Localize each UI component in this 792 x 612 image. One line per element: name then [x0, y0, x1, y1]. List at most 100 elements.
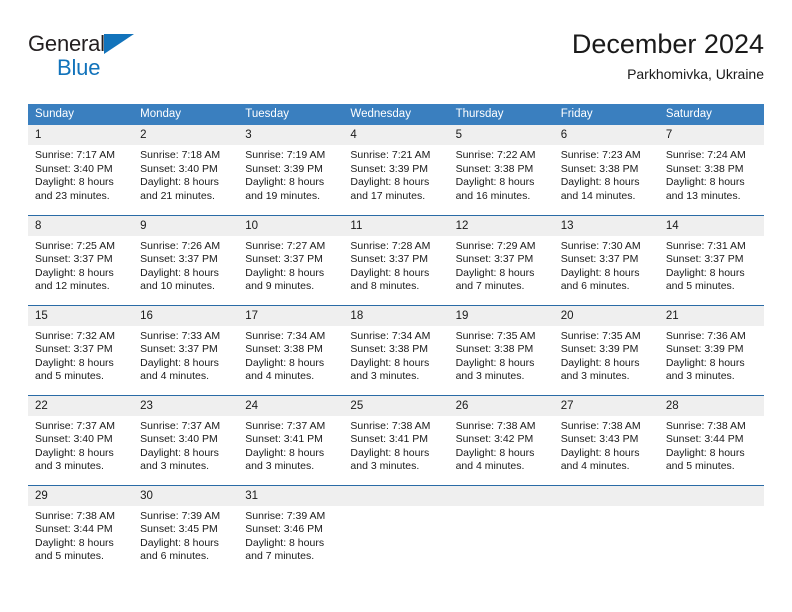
calendar-header-row: Sunday Monday Tuesday Wednesday Thursday Frid… — [28, 104, 764, 125]
day-details: Sunrise: 7:19 AM Sunset: 3:39 PM Daylight:… — [238, 145, 343, 203]
day-detail-line: Sunrise: 7:35 AM — [560, 329, 641, 342]
day-details: Sunrise: 7:25 AM Sunset: 3:37 PM Daylight:… — [28, 236, 133, 294]
calendar-day-cell[interactable]: 30 Sunrise: 7:39 AM Sunset: 3:45 PM Dayligh… — [133, 484, 239, 575]
day-cell-inner: 8 Sunrise: 7:25 AM Sunset: 3:37 PM Daylight… — [28, 215, 134, 305]
day-detail-line: Daylight: 8 hours — [455, 176, 535, 189]
day-detail-line: Sunrise: 7:38 AM — [35, 509, 115, 522]
day-number: 5 — [448, 125, 554, 145]
calendar-day-cell[interactable]: 25 Sunrise: 7:38 AM Sunset: 3:41 PM Dayligh… — [343, 394, 449, 485]
day-number — [343, 485, 449, 506]
day-detail-line: Daylight: 8 hours — [350, 446, 430, 459]
day-cell-inner: 16 Sunrise: 7:33 AM Sunset: 3:37 PM Dayligh… — [133, 305, 239, 395]
general-blue-logo[interactable]: General Blue — [28, 32, 238, 90]
day-number: 2 — [133, 125, 239, 145]
day-number: 21 — [658, 305, 764, 326]
calendar-day-cell[interactable]: 14 Sunrise: 7:31 AM Sunset: 3:37 PM Dayligh… — [658, 214, 764, 305]
day-details: Sunrise: 7:27 AM Sunset: 3:37 PM Daylight:… — [238, 236, 343, 294]
day-number: 30 — [133, 485, 239, 506]
day-detail-line: and 5 minutes. — [35, 550, 104, 563]
calendar-day-cell[interactable]: 24 Sunrise: 7:37 AM Sunset: 3:41 PM Dayligh… — [238, 394, 344, 485]
calendar-day-cell[interactable]: 16 Sunrise: 7:33 AM Sunset: 3:37 PM Dayligh… — [133, 304, 239, 395]
day-detail-line: Sunrise: 7:34 AM — [245, 329, 326, 342]
calendar-day-cell[interactable]: 18 Sunrise: 7:34 AM Sunset: 3:38 PM Dayligh… — [343, 304, 449, 395]
day-detail-line: Daylight: 8 hours — [560, 176, 640, 189]
day-number — [448, 485, 554, 506]
day-detail-line: Daylight: 8 hours — [665, 176, 745, 189]
calendar-day-cell[interactable]: 8 Sunrise: 7:25 AM Sunset: 3:37 PM Daylight… — [28, 214, 134, 305]
calendar-day-cell[interactable]: 5 Sunrise: 7:22 AM Sunset: 3:38 PM Daylight… — [448, 125, 554, 215]
calendar-day-cell[interactable]: 1 Sunrise: 7:17 AM Sunset: 3:40 PM Daylight… — [28, 125, 134, 215]
day-detail-line: and 7 minutes. — [245, 550, 315, 563]
day-detail-line: Sunrise: 7:34 AM — [350, 329, 431, 342]
day-number: 24 — [238, 395, 344, 416]
day-number: 15 — [28, 305, 134, 326]
calendar-day-cell[interactable]: 3 Sunrise: 7:19 AM Sunset: 3:39 PM Daylight… — [238, 125, 344, 215]
day-cell-inner: 10 Sunrise: 7:27 AM Sunset: 3:37 PM Dayligh… — [238, 215, 344, 305]
calendar-day-cell-empty — [658, 484, 764, 575]
calendar-day-cell[interactable]: 21 Sunrise: 7:36 AM Sunset: 3:39 PM Dayligh… — [658, 304, 764, 395]
day-detail-line: and 12 minutes. — [35, 280, 110, 293]
calendar-day-cell[interactable]: 17 Sunrise: 7:34 AM Sunset: 3:38 PM Dayligh… — [238, 304, 344, 395]
day-detail-line: Sunrise: 7:17 AM — [35, 149, 115, 161]
day-detail-line: Sunrise: 7:38 AM — [560, 419, 641, 432]
calendar-day-cell[interactable]: 29 Sunrise: 7:38 AM Sunset: 3:44 PM Dayligh… — [28, 484, 134, 575]
day-details: Sunrise: 7:24 AM Sunset: 3:38 PM Daylight:… — [659, 145, 764, 203]
day-number: 25 — [343, 395, 449, 416]
calendar-day-cell[interactable]: 10 Sunrise: 7:27 AM Sunset: 3:37 PM Dayligh… — [238, 214, 344, 305]
day-cell-inner: 4 Sunrise: 7:21 AM Sunset: 3:39 PM Daylight… — [343, 125, 449, 215]
calendar-day-cell[interactable]: 2 Sunrise: 7:18 AM Sunset: 3:40 PM Daylight… — [133, 125, 239, 215]
page-title: December 2024 — [571, 29, 764, 59]
day-detail-line: Sunrise: 7:35 AM — [455, 329, 536, 342]
day-cell-inner: 27 Sunrise: 7:38 AM Sunset: 3:43 PM Dayligh… — [553, 395, 659, 485]
day-detail-line: Sunrise: 7:33 AM — [140, 329, 221, 342]
day-detail-line: Daylight: 8 hours — [140, 356, 219, 369]
day-detail-line: Daylight: 8 hours — [665, 266, 745, 279]
day-detail-line: Sunset: 3:40 PM — [35, 433, 113, 446]
day-cell-inner: 17 Sunrise: 7:34 AM Sunset: 3:38 PM Dayligh… — [238, 305, 344, 395]
day-detail-line: and 19 minutes. — [245, 189, 320, 202]
calendar-week-row: 8 Sunrise: 7:25 AM Sunset: 3:37 PM Daylight… — [28, 214, 764, 305]
calendar-day-cell[interactable]: 12 Sunrise: 7:29 AM Sunset: 3:37 PM Dayligh… — [448, 214, 554, 305]
calendar-day-cell[interactable]: 4 Sunrise: 7:21 AM Sunset: 3:39 PM Daylight… — [343, 125, 449, 215]
calendar-day-cell[interactable]: 27 Sunrise: 7:38 AM Sunset: 3:43 PM Dayligh… — [553, 394, 659, 485]
day-cell-inner: 24 Sunrise: 7:37 AM Sunset: 3:41 PM Dayligh… — [238, 395, 344, 485]
calendar-day-cell[interactable]: 23 Sunrise: 7:37 AM Sunset: 3:40 PM Dayligh… — [133, 394, 239, 485]
calendar-day-cell[interactable]: 11 Sunrise: 7:28 AM Sunset: 3:37 PM Dayligh… — [343, 214, 449, 305]
day-number — [553, 485, 659, 506]
day-detail-line: Sunrise: 7:29 AM — [455, 239, 536, 252]
day-detail-line: and 5 minutes. — [665, 280, 735, 293]
day-number: 9 — [133, 215, 239, 236]
day-detail-line: and 10 minutes. — [140, 280, 215, 293]
day-details: Sunrise: 7:18 AM Sunset: 3:40 PM Daylight:… — [133, 145, 238, 203]
calendar-day-cell[interactable]: 31 Sunrise: 7:39 AM Sunset: 3:46 PM Dayligh… — [238, 484, 344, 575]
calendar-day-cell[interactable]: 19 Sunrise: 7:35 AM Sunset: 3:38 PM Dayligh… — [448, 304, 554, 395]
day-number: 22 — [28, 395, 134, 416]
day-cell-inner — [448, 485, 554, 576]
calendar-day-cell[interactable]: 22 Sunrise: 7:37 AM Sunset: 3:40 PM Dayligh… — [28, 394, 134, 485]
day-number: 10 — [238, 215, 344, 236]
day-detail-line: Sunset: 3:38 PM — [245, 343, 323, 356]
day-cell-inner: 20 Sunrise: 7:35 AM Sunset: 3:39 PM Dayligh… — [553, 305, 659, 395]
day-detail-line: Sunset: 3:40 PM — [140, 433, 218, 446]
day-number: 8 — [28, 215, 134, 236]
calendar-day-cell[interactable]: 28 Sunrise: 7:38 AM Sunset: 3:44 PM Dayligh… — [658, 394, 764, 485]
day-details: Sunrise: 7:38 AM Sunset: 3:44 PM Daylight:… — [28, 506, 133, 564]
day-detail-line: Sunset: 3:37 PM — [560, 253, 639, 266]
day-detail-line: Daylight: 8 hours — [455, 356, 535, 369]
day-detail-line: Daylight: 8 hours — [245, 446, 325, 459]
calendar-day-cell[interactable]: 13 Sunrise: 7:30 AM Sunset: 3:37 PM Dayligh… — [553, 214, 659, 305]
day-details: Sunrise: 7:37 AM Sunset: 3:40 PM Daylight:… — [28, 416, 133, 474]
calendar-day-cell[interactable]: 20 Sunrise: 7:35 AM Sunset: 3:39 PM Dayligh… — [553, 304, 659, 395]
calendar-day-cell[interactable]: 6 Sunrise: 7:23 AM Sunset: 3:38 PM Daylight… — [553, 125, 659, 215]
day-detail-line: Daylight: 8 hours — [350, 176, 430, 189]
day-cell-inner: 28 Sunrise: 7:38 AM Sunset: 3:44 PM Dayligh… — [658, 395, 764, 485]
calendar-day-cell[interactable]: 7 Sunrise: 7:24 AM Sunset: 3:38 PM Daylight… — [658, 125, 764, 215]
calendar-day-cell[interactable]: 26 Sunrise: 7:38 AM Sunset: 3:42 PM Dayligh… — [448, 394, 554, 485]
day-detail-line: Sunrise: 7:39 AM — [245, 509, 326, 522]
calendar-day-cell[interactable]: 9 Sunrise: 7:26 AM Sunset: 3:37 PM Daylight… — [133, 214, 239, 305]
day-detail-line: Sunset: 3:44 PM — [35, 523, 113, 536]
calendar-day-cell[interactable]: 15 Sunrise: 7:32 AM Sunset: 3:37 PM Dayligh… — [28, 304, 134, 395]
day-detail-line: Sunset: 3:40 PM — [140, 162, 218, 175]
day-detail-line: Sunrise: 7:38 AM — [665, 419, 746, 432]
day-details: Sunrise: 7:21 AM Sunset: 3:39 PM Daylight:… — [343, 145, 448, 203]
